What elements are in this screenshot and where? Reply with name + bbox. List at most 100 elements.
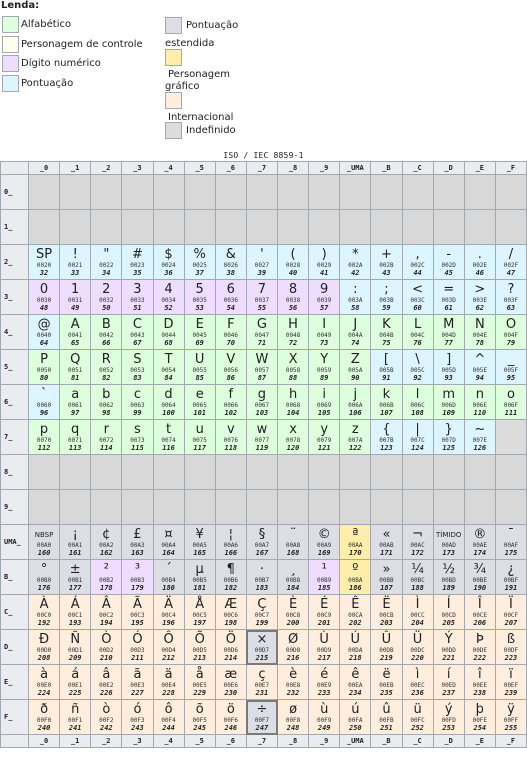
character-cell[interactable]: ¨ 00A8 168 [276,524,310,560]
character-cell[interactable]: ! 0021 33 [59,244,92,280]
character-cell[interactable]: ä 00E4 228 [152,664,185,700]
character-cell[interactable]: ® 00AE 174 [463,524,496,560]
character-cell[interactable]: ¿ 00BF 191 [494,559,527,595]
character-cell[interactable]: A 0041 65 [59,314,92,350]
character-cell[interactable]: Ý 00DD 221 [432,629,465,665]
character-cell[interactable]: g 0067 103 [245,384,279,420]
character-cell[interactable]: >003E 62 [463,279,496,315]
character-cell[interactable]: ½ 00BD 189 [432,559,465,595]
character-cell[interactable]: ì 00EC 236 [401,664,434,700]
character-cell[interactable]: #0023 35 [121,244,154,280]
character-cell[interactable]: u 0075 117 [183,419,216,455]
character-cell[interactable]: ¢ 00A2 162 [90,524,123,560]
character-cell[interactable]: I 0049 73 [308,314,341,350]
character-cell[interactable]: X 0058 88 [276,349,310,385]
character-cell[interactable]: Ê 00CA 202 [339,594,372,630]
character-cell[interactable]: o 006F 111 [494,384,527,420]
character-cell[interactable]: <003C 60 [401,279,434,315]
character-cell[interactable]: ý 00FD 253 [432,699,465,735]
character-cell[interactable]: (0028 40 [276,244,310,280]
character-cell[interactable]: k 006B 107 [370,384,403,420]
character-cell[interactable]: ó 00F3 243 [121,699,154,735]
character-cell[interactable]: NBSP 00A0 160 [27,524,61,560]
character-cell[interactable]: 1 0031 49 [59,279,92,315]
character-cell[interactable]: ë 00EB 235 [370,664,403,700]
character-cell[interactable]: Y 0059 89 [308,349,341,385]
character-cell[interactable]: µ 00B5 181 [183,559,216,595]
character-cell[interactable]: b 0062 98 [90,384,123,420]
character-cell[interactable]: ñ 00F1 241 [59,699,92,735]
character-cell[interactable]: K 004B 75 [370,314,403,350]
character-cell[interactable]: ¶ 00B6 182 [214,559,247,595]
character-cell[interactable]: U 0055 85 [183,349,216,385]
character-cell[interactable]: ò 00F2 242 [90,699,123,735]
character-cell[interactable]: È 00C8 200 [276,594,310,630]
character-cell[interactable]: ô 00F4 244 [152,699,185,735]
character-cell[interactable]: » 00BB 187 [370,559,403,595]
character-cell[interactable]: @0040 64 [27,314,61,350]
character-cell[interactable]: Þ 00DE 222 [463,629,496,665]
character-cell[interactable]: H 0048 72 [276,314,310,350]
character-cell[interactable]: â 00E2 226 [90,664,123,700]
character-cell[interactable]: û 00FB 251 [370,699,403,735]
character-cell[interactable]: Õ 00D5 213 [183,629,216,665]
character-cell[interactable]: T 0054 84 [152,349,185,385]
character-cell[interactable]: ÿ 00FF 255 [494,699,527,735]
character-cell[interactable]: ù 00F9 249 [308,699,341,735]
character-cell[interactable]: Â 00C2 194 [90,594,123,630]
character-cell[interactable]: Î 00CE 206 [463,594,496,630]
character-cell[interactable]: ª 00AA 170 [339,524,372,560]
character-cell[interactable]: § 00A7 167 [245,524,279,560]
character-cell[interactable]: ÷ 00F7 247 [245,699,279,735]
character-cell[interactable]: y 0079 121 [308,419,341,455]
character-cell[interactable]: 6 0036 54 [214,279,247,315]
character-cell[interactable]: ç 00E7 231 [245,664,279,700]
character-cell[interactable]: Ç 00C7 199 [245,594,279,630]
character-cell[interactable]: ] 005D 93 [432,349,465,385]
character-cell[interactable]: À 00C0 192 [27,594,61,630]
character-cell[interactable]: Ó 00D3 211 [121,629,154,665]
character-cell[interactable]: R 0052 82 [90,349,123,385]
character-cell[interactable]: 5 0035 53 [183,279,216,315]
character-cell[interactable]: n 006E 110 [463,384,496,420]
character-cell[interactable]: F 0046 70 [214,314,247,350]
character-cell[interactable]: É 00C9 201 [308,594,341,630]
character-cell[interactable]: «00AB 171 [370,524,403,560]
character-cell[interactable]: é 00E9 233 [308,664,341,700]
character-cell[interactable]: M 004D 77 [432,314,465,350]
character-cell[interactable]: = 003D 61 [432,279,465,315]
character-cell[interactable]: ø 00F8 248 [276,699,310,735]
character-cell[interactable]: ±00B1 177 [59,559,92,595]
character-cell[interactable]: Ï 00CF 207 [494,594,527,630]
character-cell[interactable]: % 0025 37 [183,244,216,280]
character-cell[interactable]: B 0042 66 [90,314,123,350]
character-cell[interactable]: , 002C 44 [401,244,434,280]
character-cell[interactable]: ¼ 00BC 188 [401,559,434,595]
character-cell[interactable]: -002D 45 [432,244,465,280]
character-cell[interactable]: Ü 00DC 220 [401,629,434,665]
character-cell[interactable]: © 00A9 169 [308,524,341,560]
character-cell[interactable]: r 0072 114 [90,419,123,455]
character-cell[interactable]: Ò 00D2 210 [90,629,123,665]
character-cell[interactable]: {007B 123 [370,419,403,455]
character-cell[interactable]: z 007A 122 [339,419,372,455]
character-cell[interactable]: ð 00F0 240 [27,699,61,735]
character-cell[interactable]: · 00B7 183 [245,559,279,595]
character-cell[interactable]: " 0022 34 [90,244,123,280]
character-cell[interactable]: Ã 00C3 195 [121,594,154,630]
character-cell[interactable]: * 002A 42 [339,244,372,280]
character-cell[interactable]: þ 00FE 254 [463,699,496,735]
character-cell[interactable]: ¹ 00B9 185 [308,559,341,595]
character-cell[interactable]: ß 00DF 223 [494,629,527,665]
character-cell[interactable]: ³ 00B3 179 [121,559,154,595]
character-cell[interactable]: Ð 00D0 208 [27,629,61,665]
character-cell[interactable]: d 0064 100 [152,384,185,420]
character-cell[interactable]: p 0070 112 [27,419,61,455]
character-cell[interactable]: . 002E 46 [463,244,496,280]
character-cell[interactable]: G 0047 71 [245,314,279,350]
character-cell[interactable]: 0 0030 48 [27,279,61,315]
character-cell[interactable]: ú 00FA 250 [339,699,372,735]
character-cell[interactable]: S 0053 83 [121,349,154,385]
character-cell[interactable]: Q 0051 81 [59,349,92,385]
character-cell[interactable]: ¡ 00A1 161 [59,524,92,560]
